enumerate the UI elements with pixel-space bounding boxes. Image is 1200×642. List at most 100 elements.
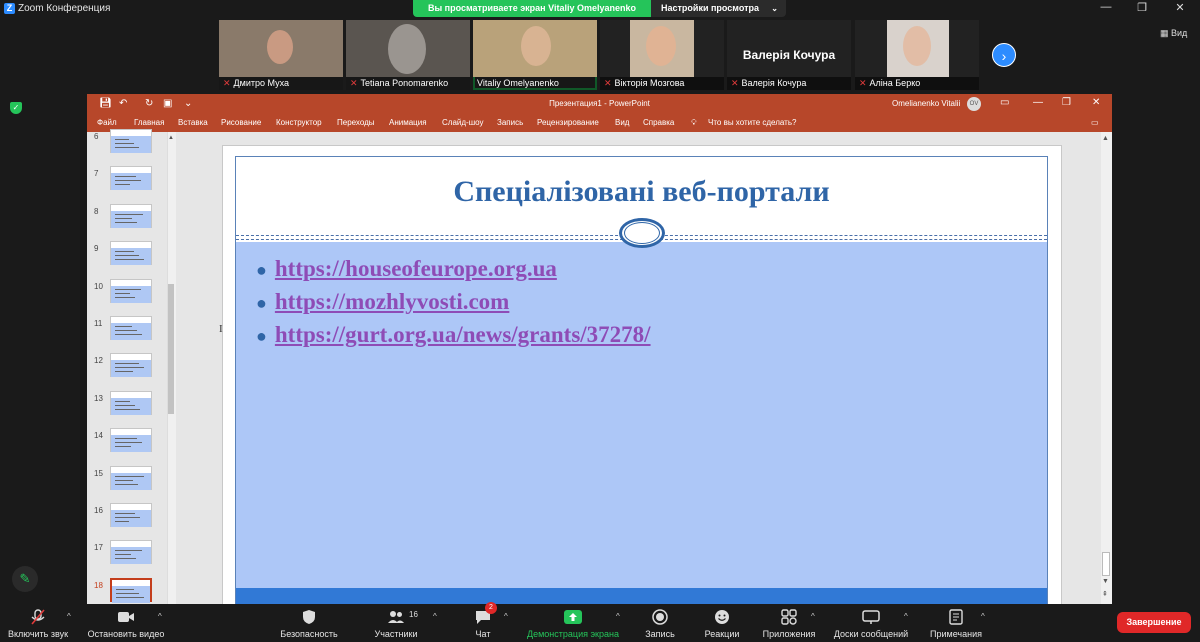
slide-number: 11 — [94, 319, 103, 328]
hyperlink[interactable]: https://houseofeurope.org.ua — [275, 256, 557, 281]
chat-label: Чат — [475, 629, 491, 639]
tab-insert[interactable]: Вставка — [178, 114, 208, 132]
stop-video-button[interactable]: Остановить видео — [86, 604, 166, 639]
slide-thumbnail[interactable] — [110, 241, 152, 266]
ppt-close-icon[interactable]: ✕ — [1092, 97, 1100, 108]
tab-review[interactable]: Рецензирование — [537, 114, 599, 132]
hyperlink[interactable]: https://mozhlyvosti.com — [275, 289, 509, 314]
current-slide[interactable]: Спеціалізовані веб-портали ● https://hous… — [222, 145, 1062, 604]
chevron-up-icon[interactable]: ^ — [904, 612, 908, 621]
share-screen-label: Демонстрация экрана — [527, 629, 619, 639]
ribbon-display-icon[interactable]: ▭ — [1000, 97, 1009, 108]
thumbnail-text-line — [115, 483, 138, 485]
chevron-up-icon[interactable]: ^ — [158, 612, 162, 621]
participant-name: Tetiana Ponomarenko — [360, 78, 449, 88]
tab-slideshow[interactable]: Слайд-шоу — [442, 114, 483, 132]
chevron-up-icon[interactable]: ^ — [616, 612, 620, 621]
redo-icon[interactable]: ↻ — [145, 98, 153, 109]
thumbnail-text-line — [115, 147, 139, 148]
undo-icon[interactable]: ↶ — [119, 98, 127, 109]
slide-number: 6 — [94, 132, 99, 141]
tab-transitions[interactable]: Переходы — [337, 114, 375, 132]
tab-record[interactable]: Запись — [497, 114, 523, 132]
thumbnail-text-line — [115, 139, 129, 140]
thumbnail-text-line — [116, 592, 139, 594]
slide-thumbnail[interactable] — [110, 390, 152, 415]
comments-icon[interactable]: ▭ — [1091, 114, 1099, 132]
chat-button[interactable]: Чат 2 — [466, 602, 500, 639]
slide-title[interactable]: Спеціалізовані веб-портали — [236, 175, 1047, 209]
close-icon[interactable]: ✕ — [1172, 1, 1188, 14]
apps-button[interactable]: Приложения — [759, 604, 819, 639]
hyperlink[interactable]: https://gurt.org.ua/news/grants/37278/ — [275, 322, 651, 347]
canvas-scroll-thumb[interactable] — [1102, 552, 1110, 576]
list-item[interactable]: ● https://mozhlyvosti.com — [256, 289, 509, 315]
ppt-minimize-icon[interactable]: — — [1033, 97, 1043, 108]
minimize-icon[interactable]: — — [1098, 1, 1114, 13]
tab-draw[interactable]: Рисование — [221, 114, 261, 132]
maximize-icon[interactable]: ❐ — [1134, 1, 1150, 14]
mic-muted-icon: ✕ — [223, 78, 231, 88]
scroll-down-arrow-icon[interactable]: ▼ — [1102, 578, 1109, 585]
slide-thumbnail[interactable] — [110, 353, 152, 378]
panel-scroll-thumb[interactable] — [168, 284, 174, 414]
end-meeting-button[interactable]: Завершение — [1117, 612, 1191, 633]
slide-thumbnail[interactable] — [110, 278, 152, 303]
scroll-up-arrow-icon[interactable]: ▲ — [168, 135, 174, 141]
annotate-pencil-icon[interactable]: ✎ — [12, 566, 38, 592]
canvas-scrollbar[interactable]: ▲ ▼ ⇞ — [1101, 132, 1112, 604]
customize-qat-icon[interactable]: ⌄ — [184, 98, 192, 109]
slide-number: 12 — [94, 356, 103, 366]
whiteboards-button[interactable]: Доски сообщений — [829, 604, 913, 639]
thumbnail-text-line — [115, 292, 130, 294]
chevron-up-icon[interactable]: ^ — [504, 612, 508, 621]
chevron-up-icon[interactable]: ^ — [433, 612, 437, 621]
encryption-shield-icon[interactable]: ✓ — [10, 102, 22, 114]
view-options-button[interactable]: Настройки просмотра ⌄ — [651, 0, 786, 17]
slide-thumbnail[interactable] — [110, 129, 152, 153]
participant-tile[interactable]: ✕ Вікторія Мозгова — [600, 20, 724, 90]
tab-animations[interactable]: Анимация — [389, 114, 427, 132]
slide-thumbnail[interactable] — [110, 428, 152, 453]
chevron-up-icon[interactable]: ^ — [981, 612, 985, 621]
list-item[interactable]: ● https://gurt.org.ua/news/grants/37278/ — [256, 322, 651, 348]
slide-thumbnail[interactable] — [110, 203, 152, 228]
share-screen-button[interactable]: Демонстрация экрана — [522, 604, 624, 639]
notes-button[interactable]: Примечания — [925, 604, 987, 639]
slide-thumbnail[interactable] — [110, 465, 152, 490]
thumbnail-text-line — [115, 143, 134, 144]
next-page-arrow-icon[interactable]: › — [992, 43, 1016, 67]
chevron-up-icon[interactable]: ^ — [811, 612, 815, 621]
thumbnail-text-line — [115, 334, 142, 335]
participant-tile[interactable]: ✕ Дмитро Муха — [219, 20, 343, 90]
participant-tile[interactable]: Валерія Кочура ✕ Валерія Кочура — [727, 20, 851, 90]
participant-tile[interactable]: ✕ Аліна Берко — [855, 20, 979, 90]
tab-view[interactable]: Вид — [615, 114, 629, 132]
slide-thumbnail[interactable] — [110, 540, 152, 565]
list-item[interactable]: ● https://houseofeurope.org.ua — [256, 256, 557, 282]
chevron-up-icon[interactable]: ^ — [67, 612, 71, 621]
tell-me-search[interactable]: Что вы хотите сделать? — [708, 114, 796, 132]
slide-content-area[interactable]: ● https://houseofeurope.org.ua ● https://m… — [236, 242, 1047, 588]
ppt-restore-icon[interactable]: ❐ — [1062, 97, 1071, 108]
participant-tile-active-speaker[interactable]: Vitaliy Omelyanenko — [473, 20, 597, 90]
security-button[interactable]: Безопасность — [277, 604, 341, 639]
slide-thumbnail[interactable] — [110, 316, 152, 340]
record-button[interactable]: Запись — [640, 604, 680, 639]
previous-slide-icon[interactable]: ⇞ — [1102, 590, 1108, 598]
view-button[interactable]: ▦ Вид — [1160, 28, 1187, 39]
slide-thumbnail[interactable] — [110, 166, 152, 191]
tab-help[interactable]: Справка — [643, 114, 674, 132]
tab-design[interactable]: Конструктор — [276, 114, 322, 132]
slide-thumbnail[interactable] — [110, 503, 152, 527]
scroll-up-arrow-icon[interactable]: ▲ — [1102, 135, 1109, 142]
save-icon[interactable]: 💾︎ — [99, 98, 112, 109]
reactions-button[interactable]: Реакции — [700, 604, 744, 639]
ppt-user-avatar[interactable]: OV — [967, 97, 981, 111]
participant-tile[interactable]: ✕ Tetiana Ponomarenko — [346, 20, 470, 90]
bullet-icon: ● — [256, 326, 267, 347]
slide-thumbnail[interactable] — [110, 577, 152, 603]
unmute-button[interactable]: Включить звук — [6, 604, 70, 639]
present-icon[interactable]: ▣ — [163, 98, 172, 109]
slide-number: 9 — [94, 244, 99, 254]
